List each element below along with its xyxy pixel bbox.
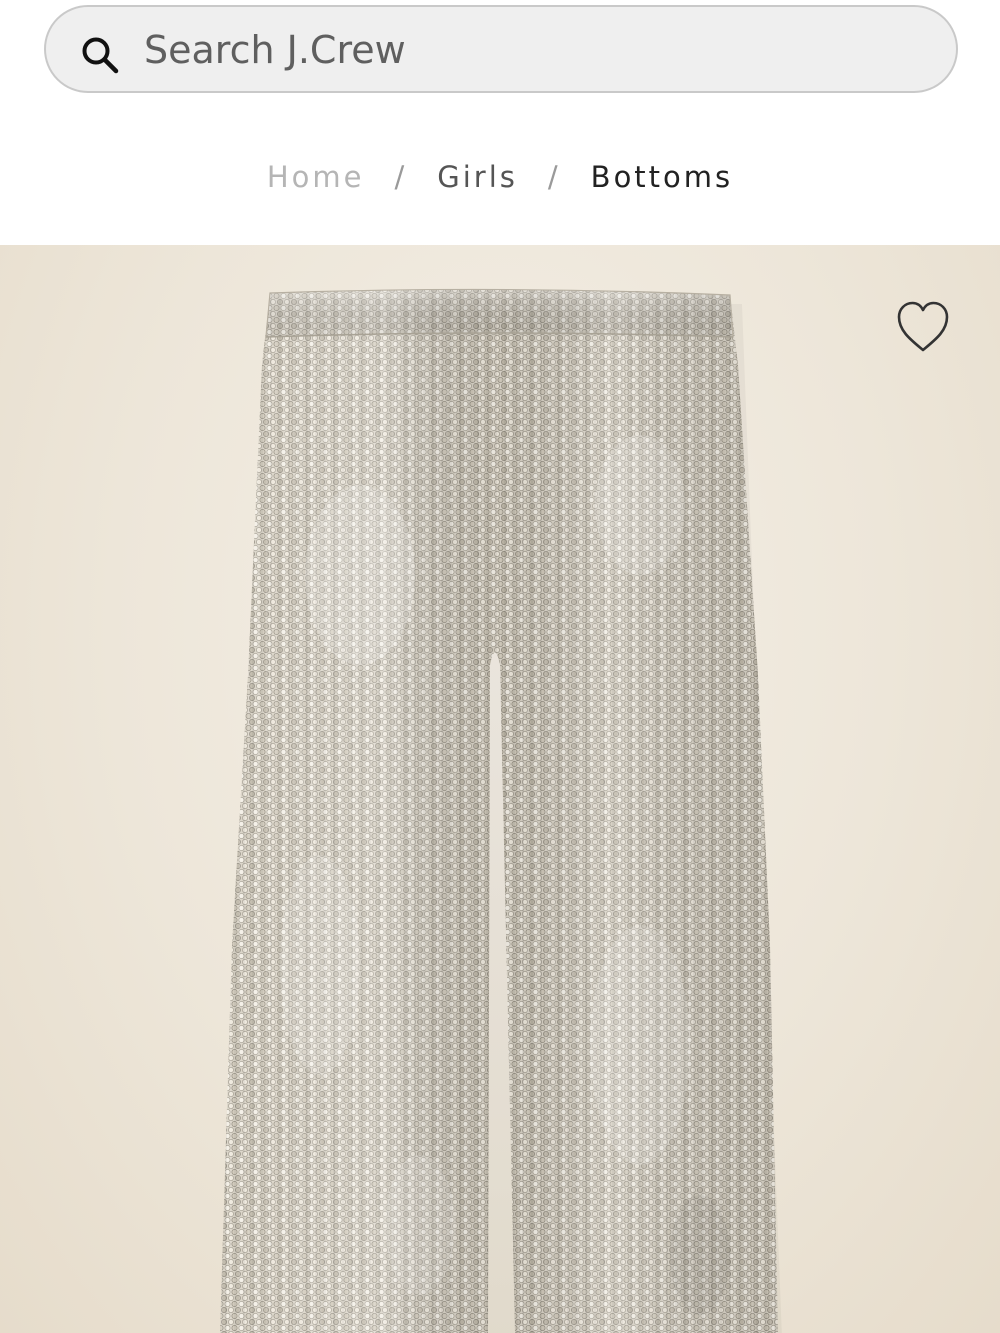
heart-icon (897, 301, 949, 352)
search-input[interactable] (144, 21, 924, 79)
product-image[interactable] (0, 245, 1000, 1333)
sequin-pants-image (220, 288, 782, 1333)
breadcrumb-home[interactable]: Home (267, 160, 365, 194)
search-icon[interactable] (80, 35, 120, 75)
breadcrumb-separator: / (547, 160, 561, 194)
search-bar[interactable] (44, 5, 958, 93)
wishlist-button[interactable] (893, 299, 953, 355)
breadcrumb: Home / Girls / Bottoms (0, 152, 1000, 202)
breadcrumb-girls[interactable]: Girls (437, 160, 518, 194)
breadcrumb-bottoms: Bottoms (590, 160, 734, 194)
product-page: Home / Girls / Bottoms (0, 0, 1000, 1333)
breadcrumb-separator: / (394, 160, 408, 194)
